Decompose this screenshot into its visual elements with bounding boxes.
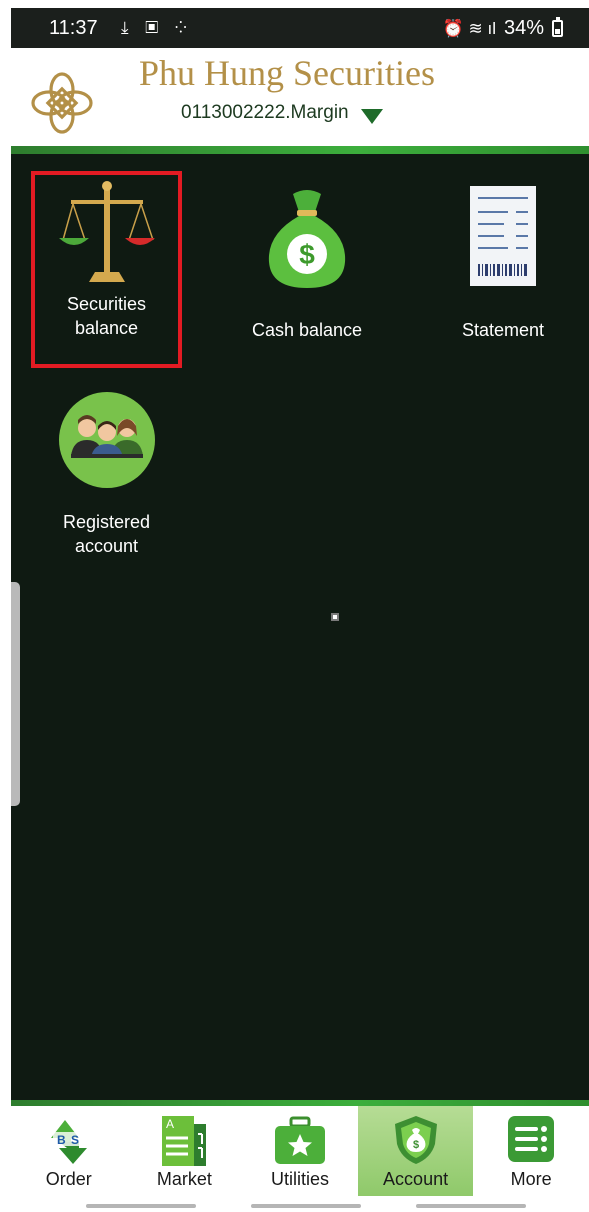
tile-label: Registered [62, 512, 151, 532]
nav-label: Order [45, 1169, 92, 1189]
battery-percent: 34% [503, 17, 544, 39]
nav-utilities[interactable]: Utilities [242, 1106, 358, 1196]
account-number: 0113002222.Margin [181, 102, 349, 123]
nav-account[interactable]: $ Account [357, 1106, 474, 1196]
account-selector[interactable]: 0113002222.Margin [181, 102, 383, 124]
floating-dot [331, 613, 339, 621]
nav-label: Market [156, 1169, 212, 1189]
market-board-icon: A [162, 1116, 207, 1166]
home-gesture[interactable] [251, 1204, 361, 1208]
tile-cash-balance[interactable]: $ Cash balance [233, 184, 381, 342]
svg-text:S: S [71, 1133, 79, 1147]
phu-hung-logo-icon [31, 72, 93, 134]
phone-screen: 11:37 ⤓ ▣ ⁘ ⏰ ≋ ıl 34% Phu Hung Securiti… [11, 0, 589, 1212]
svg-text:B: B [57, 1133, 66, 1147]
account-menu-grid: Securities balance $ Cash balance Statem… [11, 154, 589, 1100]
svg-text:A: A [166, 1117, 174, 1131]
shield-money-icon: $ [394, 1116, 437, 1164]
tile-label: Cash balance [251, 320, 363, 340]
back-gesture[interactable] [416, 1204, 526, 1208]
star-briefcase-icon [274, 1116, 325, 1164]
nav-order[interactable]: B S Order [11, 1106, 127, 1196]
battery-icon [552, 17, 563, 37]
people-icon [58, 392, 155, 488]
dropdown-triangle-icon[interactable] [360, 108, 383, 124]
nav-market[interactable]: A Market [127, 1106, 243, 1196]
tile-label: Statement [461, 320, 545, 340]
tile-label: balance [74, 318, 139, 338]
nav-label: Account [383, 1169, 449, 1189]
tile-label: Securities [66, 294, 147, 314]
buy-sell-icon: B S [50, 1120, 87, 1164]
status-bar: 11:37 ⤓ ▣ ⁘ ⏰ ≋ ıl 34% [11, 8, 589, 48]
edge-panel-handle[interactable] [11, 582, 20, 806]
status-right: ⏰ ≋ ıl 34% [443, 17, 563, 40]
money-bag-icon: $ [268, 190, 346, 288]
svg-text:$: $ [413, 1139, 419, 1151]
receipt-icon [470, 186, 536, 286]
app-header: Phu Hung Securities 0113002222.Margin [11, 48, 589, 146]
brand-title: Phu Hung Securities [139, 53, 435, 93]
tile-securities-balance[interactable]: Securities balance [35, 178, 178, 340]
alarm-wifi-signal-icons: ⏰ ≋ ıl [442, 18, 496, 38]
nav-label: Utilities [270, 1169, 329, 1189]
header-divider [11, 146, 589, 154]
scales-icon [58, 181, 155, 282]
recent-apps-gesture[interactable] [86, 1204, 196, 1208]
tile-statement[interactable]: Statement [441, 184, 565, 342]
tile-registered-account[interactable]: Registered account [35, 390, 178, 558]
menu-list-icon [508, 1116, 555, 1162]
nav-label: More [510, 1169, 552, 1189]
nav-more[interactable]: More [473, 1106, 589, 1196]
tile-label: account [74, 536, 139, 556]
status-time: 11:37 [49, 17, 98, 39]
bottom-navigation: B S Order A Market Utilities $ Account M… [11, 1106, 589, 1196]
svg-text:$: $ [299, 239, 315, 270]
notification-icons: ⤓ ▣ ⁘ [121, 18, 193, 37]
